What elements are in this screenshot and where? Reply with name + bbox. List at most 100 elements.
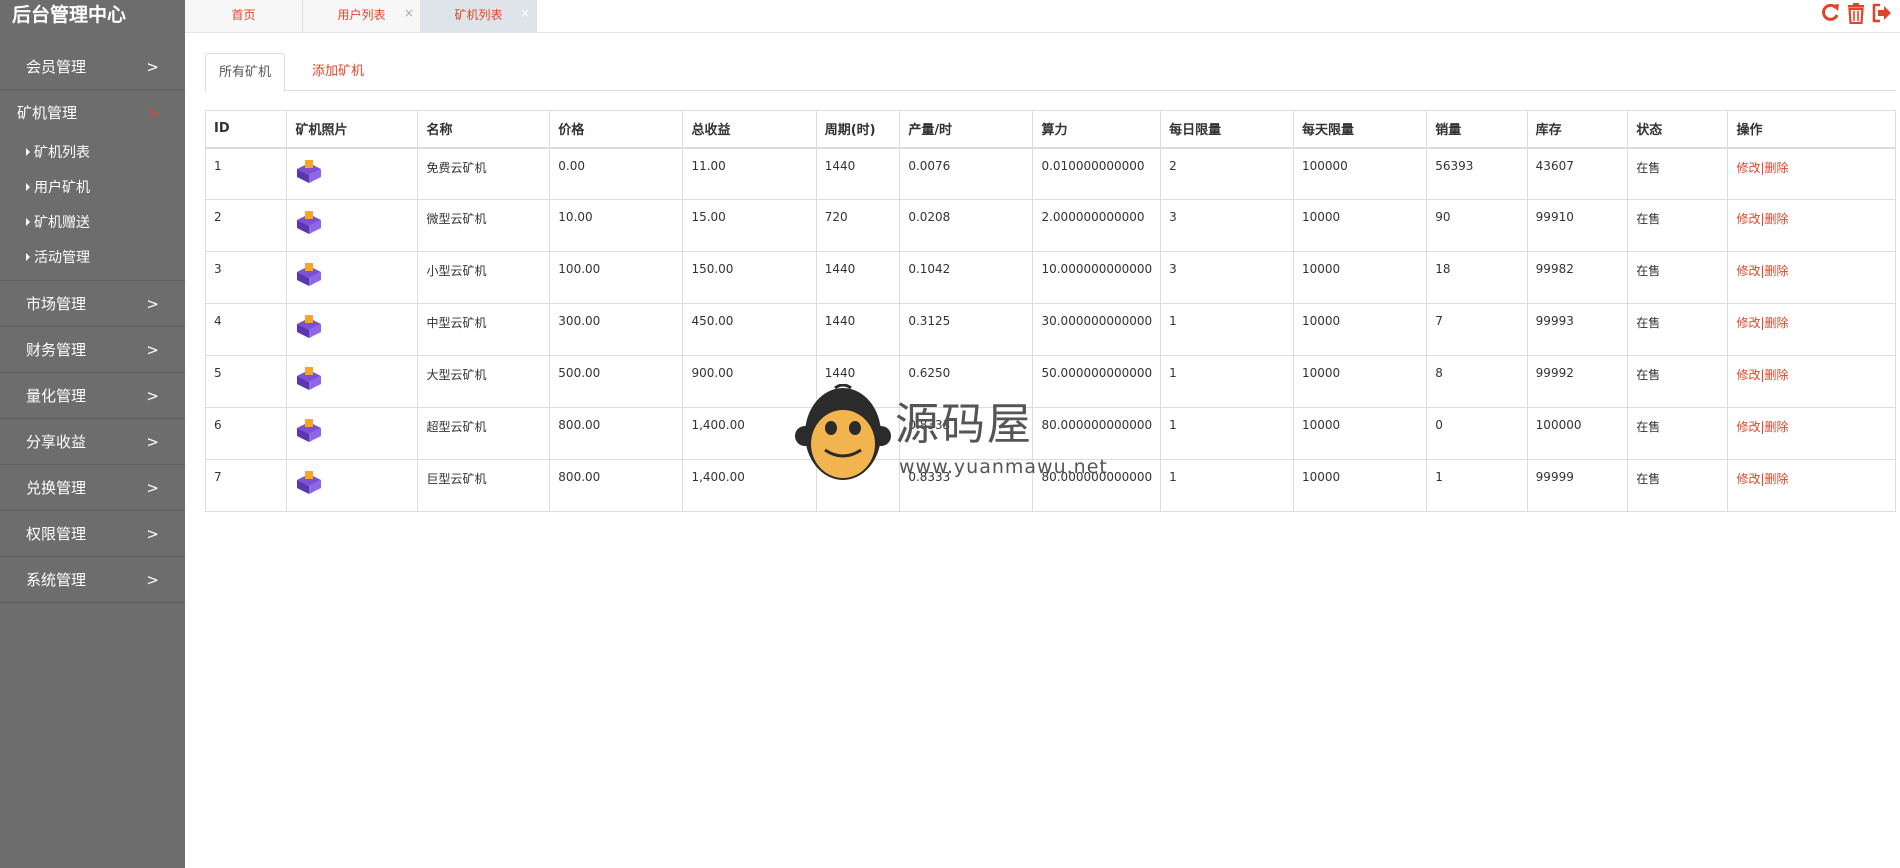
- cell-perday: 10000: [1292, 251, 1428, 304]
- caret-right-icon: [26, 218, 30, 226]
- cell-sales: 90: [1426, 199, 1528, 252]
- miner-photo-cell: [286, 147, 419, 200]
- cell-name: 免费云矿机: [417, 147, 551, 200]
- tab-user-list[interactable]: 用户列表 ×: [303, 0, 421, 32]
- table-header-row: ID 矿机照片 名称 价格 总收益 周期(时) 产量/时 算力 每日限量 每天限…: [204, 110, 1896, 149]
- edit-link[interactable]: 修改|: [1736, 264, 1764, 278]
- cell-status: 在售: [1627, 147, 1729, 200]
- cell-cycle: 1440: [815, 251, 901, 304]
- close-icon[interactable]: ×: [404, 0, 414, 28]
- cell-daily: 1: [1160, 355, 1294, 408]
- edit-link[interactable]: 修改|: [1736, 472, 1764, 486]
- sidebar-subitem-miner-list[interactable]: 矿机列表: [0, 136, 185, 171]
- sidebar-subitem-label: 矿机列表: [34, 145, 90, 161]
- cell-power: 0.010000000000: [1032, 147, 1162, 200]
- cell-total: 11.00: [682, 147, 817, 200]
- sidebar-subitem-label: 矿机赠送: [34, 215, 90, 231]
- cell-status: 在售: [1627, 407, 1729, 460]
- column-header: 算力: [1032, 110, 1162, 149]
- subtab-bar: 所有矿机 添加矿机: [205, 53, 1896, 92]
- cell-id: 7: [204, 459, 288, 512]
- miner-image-icon: [297, 211, 322, 234]
- miner-image-icon: [297, 159, 322, 183]
- sidebar-subitem-user-miners[interactable]: 用户矿机: [0, 171, 185, 206]
- cell-sales: 1: [1426, 459, 1528, 512]
- delete-link[interactable]: 删除: [1764, 472, 1788, 486]
- cell-name: 中型云矿机: [417, 303, 551, 356]
- cell-id: 5: [204, 355, 288, 408]
- column-header: 矿机照片: [286, 110, 419, 149]
- cell-daily: 1: [1160, 303, 1294, 356]
- sidebar-subitem-miner-gift[interactable]: 矿机赠送: [0, 206, 185, 241]
- sidebar-item-system[interactable]: 系统管理 >: [0, 557, 185, 603]
- miner-table: ID 矿机照片 名称 价格 总收益 周期(时) 产量/时 算力 每日限量 每天限…: [204, 110, 1896, 512]
- sidebar-subitem-activities[interactable]: 活动管理: [0, 241, 185, 276]
- delete-link[interactable]: 删除: [1764, 212, 1788, 226]
- refresh-icon[interactable]: [1820, 2, 1840, 24]
- edit-link[interactable]: 修改|: [1736, 420, 1764, 434]
- delete-link[interactable]: 删除: [1764, 264, 1788, 278]
- sidebar-item-label: 兑换管理: [26, 479, 87, 497]
- tab-add-miner[interactable]: 添加矿机: [299, 53, 377, 92]
- sidebar-item-market[interactable]: 市场管理 >: [0, 281, 185, 327]
- cell-stock: 99992: [1526, 355, 1629, 408]
- sidebar-item-finance[interactable]: 财务管理 >: [0, 327, 185, 373]
- cell-price: 800.00: [549, 459, 684, 512]
- tab-all-miners[interactable]: 所有矿机: [205, 53, 286, 92]
- delete-link[interactable]: 删除: [1764, 420, 1788, 434]
- trash-icon[interactable]: [1846, 2, 1866, 25]
- cell-cycle: 720: [815, 199, 901, 252]
- cell-sales: 56393: [1426, 147, 1528, 200]
- delete-link[interactable]: 删除: [1764, 316, 1788, 330]
- cell-daily: 1: [1160, 459, 1294, 512]
- cell-stock: 99999: [1526, 459, 1629, 512]
- row-actions: 修改|删除: [1727, 251, 1896, 304]
- logout-icon[interactable]: [1872, 2, 1892, 24]
- tab-label: 用户列表: [337, 8, 386, 22]
- miner-photo-cell: [286, 199, 419, 252]
- sidebar: 后台管理中心 会员管理 > 矿机管理 > 矿机列表 用户矿机 矿机赠送 活动管理…: [0, 0, 185, 868]
- cell-cycle: [815, 459, 901, 512]
- cell-total: 1,400.00: [682, 407, 817, 460]
- main-content: 所有矿机 添加矿机 ID 矿机照片 名称 价格 总收益 周期(时) 产量/时 算…: [204, 53, 1896, 512]
- tab-home[interactable]: 首页: [185, 0, 303, 32]
- edit-link[interactable]: 修改|: [1736, 161, 1764, 175]
- sidebar-item-members[interactable]: 会员管理 >: [0, 44, 185, 90]
- column-header: 销量: [1426, 110, 1528, 149]
- column-header: 库存: [1526, 110, 1629, 149]
- miner-image-icon: [297, 471, 322, 494]
- sidebar-item-exchange[interactable]: 兑换管理 >: [0, 465, 185, 511]
- close-icon[interactable]: ×: [520, 0, 530, 28]
- sidebar-item-permissions[interactable]: 权限管理 >: [0, 511, 185, 557]
- cell-status: 在售: [1627, 199, 1729, 252]
- cell-name: 超型云矿机: [417, 407, 551, 460]
- cell-total: 150.00: [682, 251, 817, 304]
- row-actions: 修改|删除: [1727, 355, 1896, 408]
- miner-image-icon: [297, 367, 322, 390]
- tab-label: 首页: [231, 8, 256, 22]
- cell-perday: 10000: [1292, 199, 1428, 252]
- cell-sales: 0: [1426, 407, 1528, 460]
- sidebar-item-label: 财务管理: [26, 341, 87, 359]
- delete-link[interactable]: 删除: [1764, 161, 1788, 175]
- cell-perday: 10000: [1292, 355, 1428, 408]
- sidebar-item-share-income[interactable]: 分享收益 >: [0, 419, 185, 465]
- toolbar-icons: [1820, 0, 1892, 26]
- edit-link[interactable]: 修改|: [1736, 316, 1764, 330]
- cell-stock: 99993: [1526, 303, 1629, 356]
- column-header: 价格: [549, 110, 684, 149]
- sidebar-item-miners[interactable]: 矿机管理 >: [0, 90, 185, 136]
- edit-link[interactable]: 修改|: [1736, 212, 1764, 226]
- sidebar-item-label: 分享收益: [26, 433, 87, 451]
- tab-miner-list[interactable]: 矿机列表 ×: [421, 0, 537, 32]
- cell-price: 0.00: [549, 147, 684, 200]
- chevron-right-icon: >: [146, 104, 159, 122]
- row-actions: 修改|删除: [1727, 407, 1896, 460]
- edit-link[interactable]: 修改|: [1736, 368, 1764, 382]
- cell-price: 100.00: [549, 251, 684, 304]
- sidebar-item-quant[interactable]: 量化管理 >: [0, 373, 185, 419]
- app-title: 后台管理中心: [12, 4, 127, 26]
- delete-link[interactable]: 删除: [1764, 368, 1788, 382]
- cell-daily: 3: [1160, 251, 1294, 304]
- cell-output: 0.0208: [899, 199, 1034, 252]
